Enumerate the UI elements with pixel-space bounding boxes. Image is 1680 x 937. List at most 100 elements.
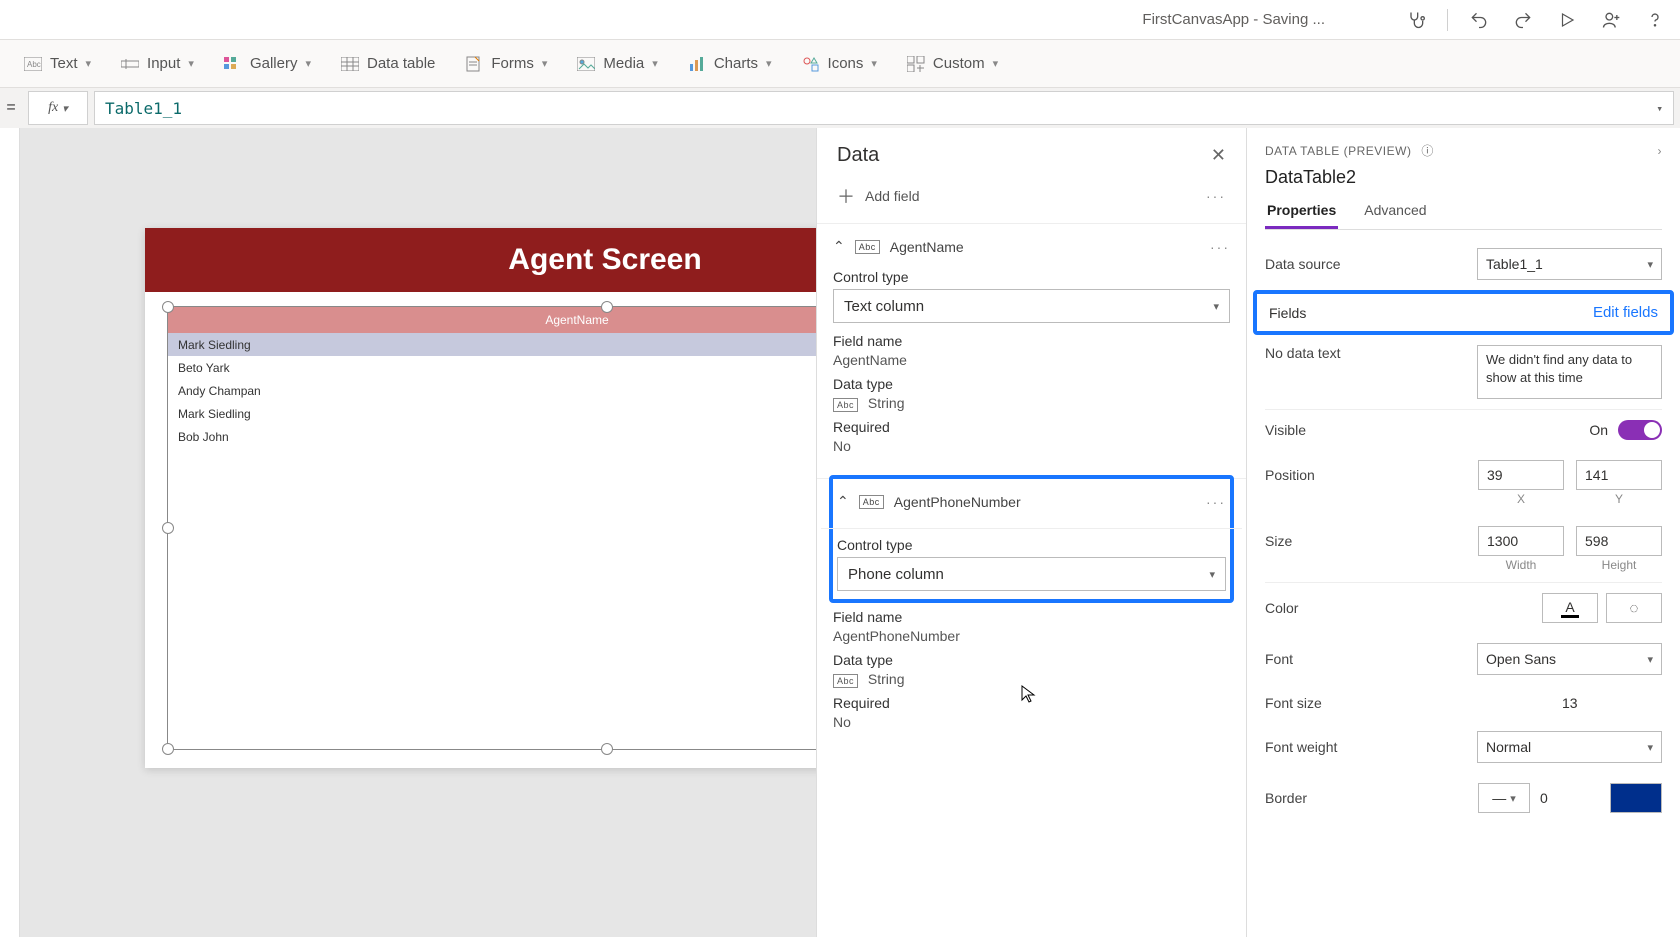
media-icon <box>577 55 595 73</box>
control-type-select[interactable]: Text column ▾ <box>833 289 1230 323</box>
formula-bar: = fx▾ Table1_1 ▾ <box>0 88 1680 128</box>
fill-color-button[interactable]: ◌ <box>1606 593 1662 623</box>
field-name-value: AgentPhoneNumber <box>833 628 1230 644</box>
size-w-input[interactable]: 1300 <box>1478 526 1564 556</box>
font-label: Font <box>1265 651 1293 667</box>
data-panel-title: Data <box>837 144 879 167</box>
visible-label: Visible <box>1265 422 1306 438</box>
ribbon-input[interactable]: Input ▾ <box>121 55 194 73</box>
font-color-button[interactable]: A <box>1542 593 1598 623</box>
border-width-input[interactable]: 0 <box>1540 790 1600 806</box>
required-label: Required <box>833 419 1230 435</box>
app-screen: Agent Screen AgentName Ag Mark Siedling5… <box>145 228 816 768</box>
fields-label: Fields <box>1269 305 1306 321</box>
chevron-down-icon: ▾ <box>188 57 194 70</box>
border-color-swatch[interactable] <box>1610 783 1662 813</box>
left-rail[interactable] <box>0 128 20 937</box>
nodata-input[interactable]: We didn't find any data to show at this … <box>1477 345 1662 399</box>
text-icon: Abc <box>24 55 42 73</box>
datatable-control[interactable]: AgentName Ag Mark Siedling5556532412Beto… <box>167 306 816 750</box>
ribbon-text-label: Text <box>50 55 78 72</box>
chevron-down-icon[interactable]: ▾ <box>1656 102 1663 115</box>
control-name: DataTable2 <box>1265 167 1662 188</box>
fontsize-input[interactable]: 13 <box>1562 695 1662 711</box>
abc-icon: Abc <box>833 674 858 688</box>
font-select[interactable]: Open Sans ▾ <box>1477 643 1662 675</box>
help-icon[interactable] <box>1642 7 1668 33</box>
forms-icon <box>465 55 483 73</box>
play-icon[interactable] <box>1554 7 1580 33</box>
undo-icon[interactable] <box>1466 7 1492 33</box>
more-icon[interactable]: ··· <box>1210 239 1230 255</box>
more-icon[interactable]: ··· <box>1206 494 1226 510</box>
control-type-select[interactable]: Phone column ▾ <box>837 557 1226 591</box>
chevron-down-icon: ▾ <box>305 57 311 70</box>
close-icon[interactable]: ✕ <box>1211 145 1226 166</box>
chevron-down-icon: ▾ <box>542 57 548 70</box>
chevron-right-icon[interactable]: › <box>1658 144 1663 158</box>
more-icon[interactable]: ··· <box>1206 188 1226 204</box>
chevron-down-icon: ▾ <box>871 57 877 70</box>
visible-toggle[interactable]: On <box>1589 420 1662 440</box>
ribbon-gallery[interactable]: Gallery ▾ <box>224 55 311 73</box>
datasource-select[interactable]: Table1_1 ▾ <box>1477 248 1662 280</box>
fx-button[interactable]: fx▾ <box>28 91 88 125</box>
table-row[interactable]: Mark Siedling9854478856 <box>168 402 816 425</box>
ribbon-charts[interactable]: Charts ▾ <box>688 55 772 73</box>
tab-properties[interactable]: Properties <box>1265 194 1338 229</box>
resize-handle[interactable] <box>162 743 174 755</box>
field-header[interactable]: ⌃ Abc AgentName ··· <box>833 234 1230 265</box>
ribbon-forms[interactable]: Forms ▾ <box>465 55 547 73</box>
table-row[interactable]: Andy Champan5145526695 <box>168 379 816 402</box>
table-icon <box>341 55 359 73</box>
edit-fields-link[interactable]: Edit fields <box>1593 304 1658 321</box>
size-h-input[interactable]: 598 <box>1576 526 1662 556</box>
resize-handle[interactable] <box>601 301 613 313</box>
control-type-value: Text column <box>844 298 924 315</box>
column-header[interactable]: AgentName <box>168 313 816 327</box>
ribbon-charts-label: Charts <box>714 55 758 72</box>
canvas-area[interactable]: Agent Screen AgentName Ag Mark Siedling5… <box>0 128 816 937</box>
ribbon-media[interactable]: Media ▾ <box>577 55 657 73</box>
info-icon[interactable]: ⓘ <box>1421 144 1434 158</box>
tab-advanced[interactable]: Advanced <box>1362 194 1428 229</box>
resize-handle[interactable] <box>162 301 174 313</box>
chevron-down-icon: ▾ <box>86 57 92 70</box>
ribbon-custom-label: Custom <box>933 55 985 72</box>
app-title: FirstCanvasApp - Saving ... <box>1142 11 1325 28</box>
size-h-label: Height <box>1576 558 1662 572</box>
table-row[interactable]: Bob John6252232259 <box>168 425 816 448</box>
chevron-down-icon: ▾ <box>1213 300 1219 313</box>
chevron-up-icon[interactable]: ⌃ <box>837 493 849 510</box>
pos-x-label: X <box>1478 492 1564 506</box>
chevron-down-icon: ▾ <box>766 57 772 70</box>
ribbon-custom[interactable]: Custom ▾ <box>907 55 998 73</box>
chevron-up-icon[interactable]: ⌃ <box>833 238 845 255</box>
border-label: Border <box>1265 790 1307 806</box>
share-icon[interactable] <box>1598 7 1624 33</box>
field-header[interactable]: ⌃ Abc AgentPhoneNumber ··· <box>837 483 1226 520</box>
field-name-label: Field name <box>833 333 1230 349</box>
position-x-input[interactable]: 39 <box>1478 460 1564 490</box>
add-field-button[interactable]: ＋ Add field <box>837 183 919 209</box>
required-label: Required <box>833 695 1230 711</box>
redo-icon[interactable] <box>1510 7 1536 33</box>
insert-ribbon: Abc Text ▾ Input ▾ Gallery ▾ Data table … <box>0 40 1680 88</box>
screen-header: Agent Screen <box>145 228 816 292</box>
stethoscope-icon[interactable] <box>1403 7 1429 33</box>
abc-icon: Abc <box>833 398 858 412</box>
table-row[interactable]: Beto Yark5554856989 <box>168 356 816 379</box>
ribbon-datatable[interactable]: Data table <box>341 55 435 73</box>
position-y-input[interactable]: 141 <box>1576 460 1662 490</box>
resize-handle[interactable] <box>601 743 613 755</box>
size-label: Size <box>1265 533 1292 549</box>
border-style-select[interactable]: — ▾ <box>1478 783 1530 813</box>
ribbon-text[interactable]: Abc Text ▾ <box>24 55 91 73</box>
fontweight-select[interactable]: Normal ▾ <box>1477 731 1662 763</box>
ribbon-icons[interactable]: Icons ▾ <box>802 55 877 73</box>
resize-handle[interactable] <box>162 522 174 534</box>
properties-panel: DATA TABLE (PREVIEW) ⓘ › DataTable2 Prop… <box>1246 128 1680 937</box>
formula-input[interactable]: Table1_1 ▾ <box>94 91 1674 125</box>
cell-name: Andy Champan <box>178 384 816 398</box>
table-row[interactable]: Mark Siedling5556532412 <box>168 333 816 356</box>
